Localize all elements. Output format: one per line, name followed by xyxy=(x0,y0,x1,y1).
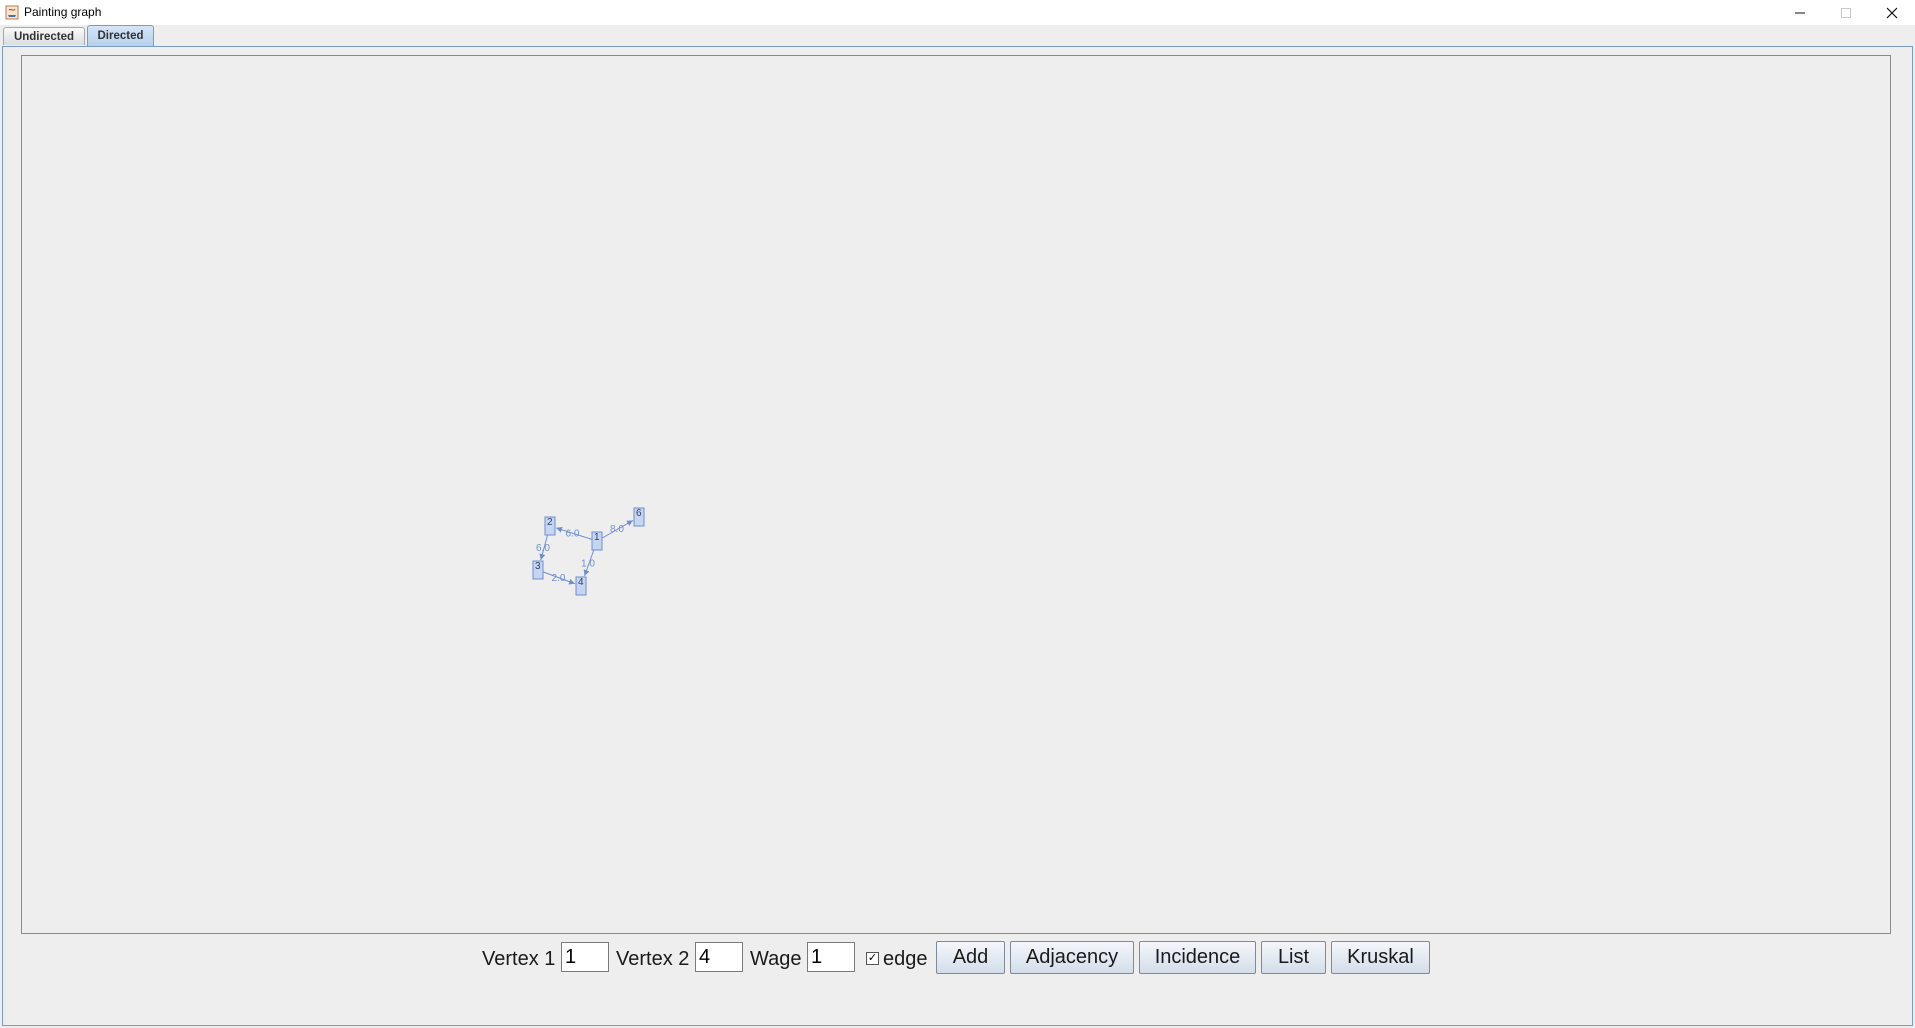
close-button[interactable] xyxy=(1869,0,1915,25)
edge-weight-label: 6.0 xyxy=(566,529,580,540)
java-app-icon xyxy=(5,5,19,20)
close-icon xyxy=(1886,7,1898,18)
edge-checkbox-label: edge xyxy=(883,948,928,970)
vertex2-field[interactable] xyxy=(695,942,743,972)
edge-checkbox[interactable]: ✓ xyxy=(866,952,879,965)
tab-strip: Undirected Directed xyxy=(0,25,1915,47)
incidence-button[interactable]: Incidence xyxy=(1139,941,1256,974)
vertex-label: 6 xyxy=(636,508,642,519)
wage-field[interactable] xyxy=(807,942,855,972)
graph-vertex[interactable]: 4 xyxy=(575,576,587,596)
kruskal-button[interactable]: Kruskal xyxy=(1331,941,1430,974)
vertex-label: 3 xyxy=(535,561,541,572)
graph-vertex[interactable]: 2 xyxy=(544,516,556,536)
tab-undirected[interactable]: Undirected xyxy=(3,27,85,45)
minimize-button[interactable] xyxy=(1777,0,1823,25)
vertex-label: 2 xyxy=(547,517,553,528)
controls-bar: Vertex 1 Vertex 2 Wage ✓ edge Add Adjace… xyxy=(0,940,1915,976)
adjacency-button[interactable]: Adjacency xyxy=(1010,941,1134,974)
graph-canvas[interactable]: 6.0 8.0 1.0 6.0 2.0 1 2 3 4 6 xyxy=(21,55,1891,934)
vertex1-field[interactable] xyxy=(561,942,609,972)
tab-label: Directed xyxy=(97,30,144,42)
graph-vertex[interactable]: 1 xyxy=(591,531,603,551)
edge-weight-label: 1.0 xyxy=(581,559,595,570)
edge-weight-label: 6.0 xyxy=(536,543,550,554)
title-bar: Painting graph xyxy=(0,0,1915,25)
minimize-icon xyxy=(1795,12,1805,13)
graph-drawing: 6.0 8.0 1.0 6.0 2.0 1 2 3 4 6 xyxy=(532,507,645,596)
vertex2-label: Vertex 2 xyxy=(616,948,690,970)
add-button[interactable]: Add xyxy=(936,941,1005,974)
window-title: Painting graph xyxy=(24,5,102,19)
vertex1-label: Vertex 1 xyxy=(482,948,556,970)
edge-weight-label: 8.0 xyxy=(610,524,624,535)
graph-vertex[interactable]: 6 xyxy=(633,507,645,527)
vertex-label: 4 xyxy=(578,577,584,588)
tab-directed[interactable]: Directed xyxy=(87,25,154,46)
vertex-label: 1 xyxy=(594,532,600,543)
edge-weight-label: 2.0 xyxy=(552,573,566,584)
tab-label: Undirected xyxy=(13,30,75,43)
maximize-button[interactable] xyxy=(1823,0,1869,25)
wage-label: Wage xyxy=(750,948,802,970)
list-button[interactable]: List xyxy=(1261,941,1326,974)
graph-vertex[interactable]: 3 xyxy=(532,560,544,580)
maximize-icon xyxy=(1841,7,1851,18)
